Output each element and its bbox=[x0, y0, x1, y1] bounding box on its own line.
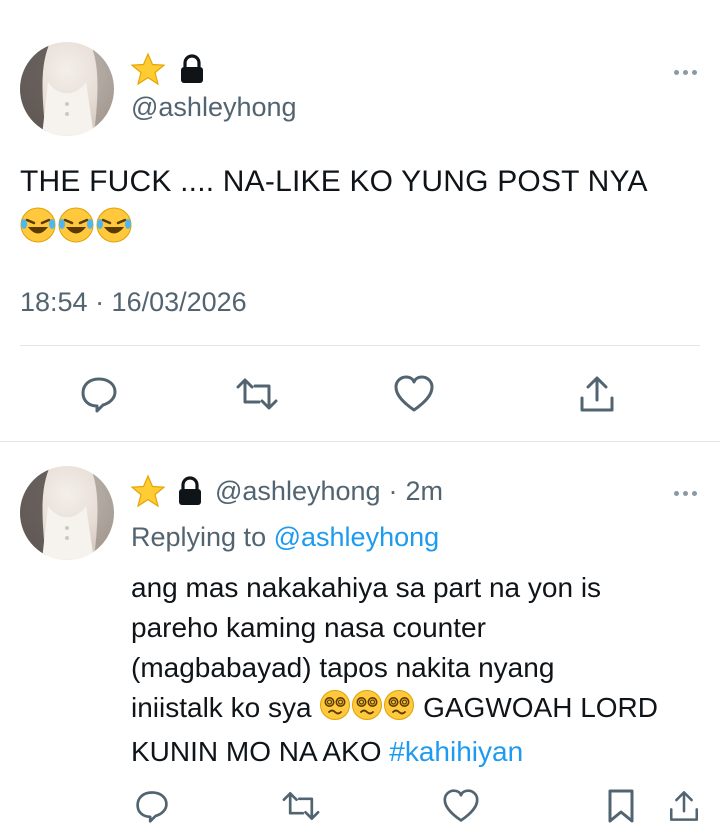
reply-text-line: pareho kaming nasa counter bbox=[131, 612, 486, 643]
tweet-emoji-row bbox=[19, 206, 133, 244]
bookmark-icon[interactable] bbox=[597, 782, 645, 830]
replying-to: Replying to @ashleyhong bbox=[131, 522, 439, 553]
retweet-icon[interactable] bbox=[233, 370, 281, 418]
star-icon bbox=[131, 52, 165, 86]
like-icon[interactable] bbox=[437, 782, 485, 830]
share-icon[interactable] bbox=[573, 370, 621, 418]
laughing-emoji bbox=[20, 207, 56, 243]
laughing-emoji bbox=[58, 207, 94, 243]
avatar[interactable] bbox=[20, 466, 114, 560]
replying-label: Replying to bbox=[131, 522, 267, 552]
reply-icon[interactable] bbox=[75, 370, 123, 418]
share-icon[interactable] bbox=[660, 782, 708, 830]
laughing-emoji bbox=[96, 207, 132, 243]
more-icon[interactable] bbox=[674, 70, 697, 75]
reply-text-segment: GAGWOAH LORD bbox=[423, 692, 658, 723]
reply-text-line: KUNIN MO NA AKO #kahihiyan bbox=[131, 732, 706, 772]
replying-handle-link[interactable]: @ashleyhong bbox=[274, 522, 440, 552]
reply-text-line: ang mas nakakahiya sa part na yon is bbox=[131, 572, 602, 603]
dizzy-face-emoji bbox=[383, 689, 415, 732]
retweet-icon[interactable] bbox=[277, 782, 325, 830]
dizzy-face-emoji bbox=[319, 689, 351, 732]
dizzy-face-emoji bbox=[351, 689, 383, 732]
reply-handle[interactable]: @ashleyhong bbox=[215, 476, 381, 507]
lock-icon bbox=[177, 476, 203, 506]
reply-text-line: (magbabayad) tapos nakita nyang bbox=[131, 652, 555, 683]
divider bbox=[20, 345, 700, 346]
hashtag-link[interactable]: #kahihiyan bbox=[389, 736, 523, 767]
reply-text-segment: KUNIN MO NA AKO bbox=[131, 736, 382, 767]
reply-text-line: iniistalk ko sya GAGWOAH LORD bbox=[131, 688, 706, 732]
reply-icon[interactable] bbox=[128, 782, 176, 830]
reply-text: ang mas nakakahiya sa part na yon is par… bbox=[131, 568, 706, 772]
author-badges bbox=[131, 52, 205, 86]
reply-time[interactable]: 2m bbox=[406, 476, 444, 507]
reply-author-row: @ashleyhong · 2m bbox=[131, 474, 443, 508]
author-handle[interactable]: @ashleyhong bbox=[131, 92, 297, 123]
reply-text-segment: iniistalk ko sya bbox=[131, 692, 312, 723]
lock-icon bbox=[179, 54, 205, 84]
star-icon bbox=[131, 474, 165, 508]
more-icon[interactable] bbox=[674, 491, 697, 496]
like-icon[interactable] bbox=[390, 370, 438, 418]
divider bbox=[0, 441, 720, 442]
tweet-timestamp[interactable]: 18:54 · 16/03/2026 bbox=[20, 287, 247, 318]
meta-separator: · bbox=[388, 475, 398, 506]
tweet-text: THE FUCK .... NA-LIKE KO YUNG POST NYA bbox=[20, 165, 648, 198]
avatar[interactable] bbox=[20, 42, 114, 136]
